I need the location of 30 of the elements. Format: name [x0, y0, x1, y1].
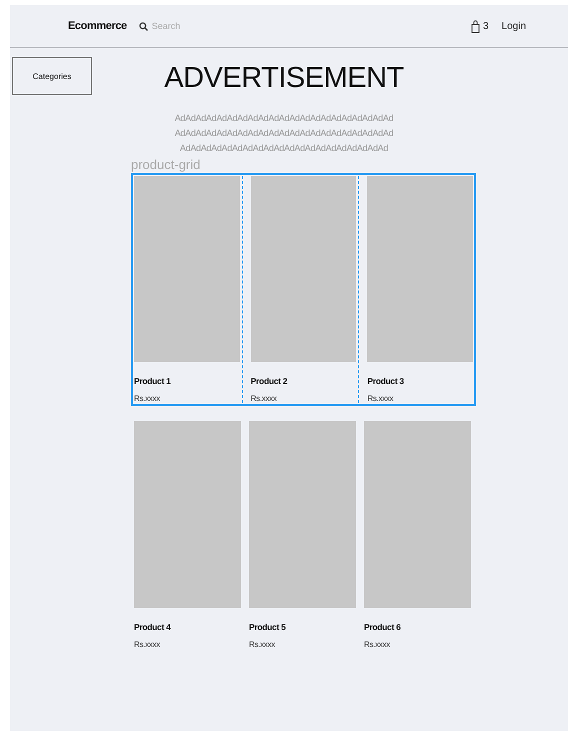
login-link[interactable]: Login	[502, 20, 526, 32]
advertisement-title: ADVERTISEMENT	[164, 62, 404, 95]
ad-text: AdAdAdAdAdAdAdAdAdAdAdAdAdAdAdAdAdAdAdAd	[180, 143, 388, 153]
ad-text: AdAdAdAdAdAdAdAdAdAdAdAdAdAdAdAdAdAdAdAdAd	[174, 113, 394, 123]
product-image[interactable]	[364, 421, 471, 608]
grid-label: product-grid	[131, 157, 202, 172]
product-price: Rs.xxxx	[134, 640, 161, 649]
product-image[interactable]	[134, 176, 240, 362]
ad-text: AdAdAdAdAdAdAdAdAdAdAdAdAdAdAdAdAdAdAdAdAd	[174, 128, 394, 138]
product-name: Product 5	[249, 622, 287, 632]
product-name: Product 3	[367, 376, 405, 386]
product-price: Rs.xxxx	[367, 394, 394, 403]
product-image[interactable]	[249, 421, 356, 608]
shopping-bag-icon	[470, 20, 480, 32]
product-name: Product 4	[134, 622, 172, 632]
product-name: Product 6	[364, 622, 402, 632]
product-price: Rs.xxxx	[249, 640, 276, 649]
product-image[interactable]	[134, 421, 241, 608]
product-image[interactable]	[250, 176, 356, 362]
product-price: Rs.xxxx	[364, 640, 391, 649]
search-field[interactable]: Search	[152, 21, 212, 31]
product-image[interactable]	[367, 176, 474, 362]
product-price: Rs.xxxx	[250, 394, 278, 403]
brand-name[interactable]: Ecommerce	[68, 20, 127, 32]
product-name: Product 2	[250, 376, 288, 386]
product-name: Product 1	[134, 376, 172, 386]
search-icon	[138, 22, 148, 30]
cart-count: 3	[482, 20, 489, 32]
product-price: Rs.xxxx	[134, 394, 161, 403]
categories-button[interactable]: Categories	[12, 57, 92, 95]
